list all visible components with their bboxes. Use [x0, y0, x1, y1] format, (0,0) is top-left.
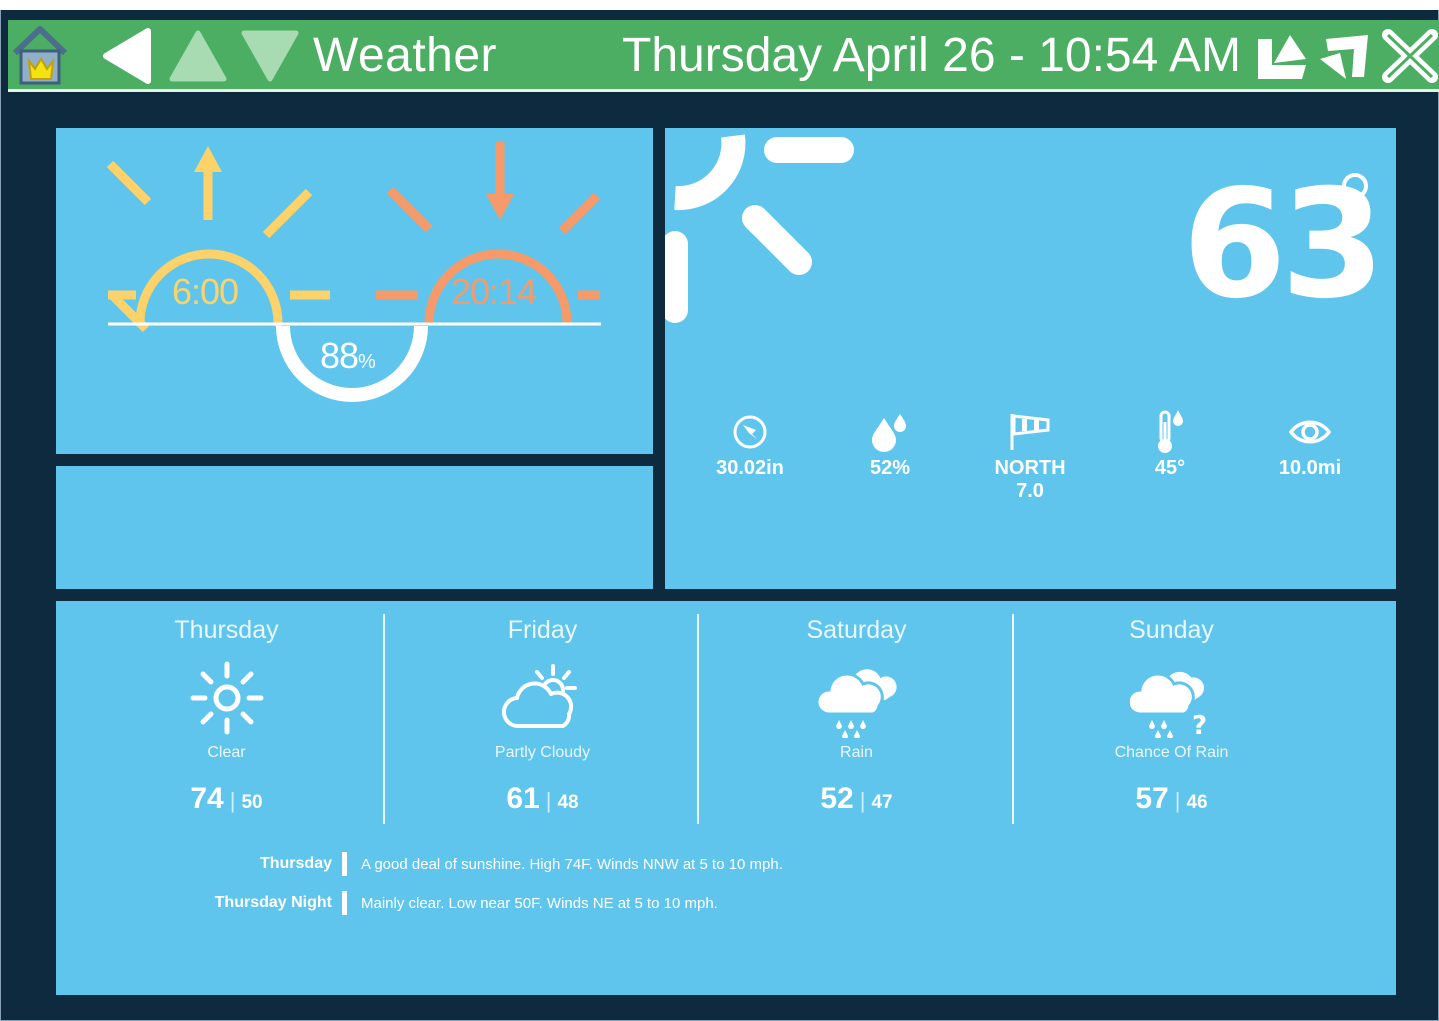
stat-wind: NORTH 7.0	[960, 407, 1100, 503]
chance-rain-icon: ?	[1129, 668, 1207, 738]
day-temps: 52 | 47	[820, 782, 893, 815]
forecast-day-thursday: Thursday Clear 74 | 50	[69, 600, 384, 825]
degree-symbol	[1342, 173, 1368, 199]
day-name: Saturday	[806, 616, 907, 644]
sunrise-time: 6:00	[172, 271, 239, 312]
narrative-bar	[342, 852, 347, 876]
pressure-value: 30.02in	[716, 457, 784, 479]
info-panel	[56, 466, 653, 589]
stat-visibility: 10.0mi	[1240, 407, 1380, 480]
partly-cloudy-icon	[501, 664, 577, 729]
arrow-left-icon	[103, 28, 151, 84]
wind-speed: 7.0	[1016, 480, 1044, 502]
close-button[interactable]	[1380, 26, 1439, 86]
eye-icon	[1288, 420, 1332, 444]
narrative-text: Mainly clear. Low near 50F. Winds NE at …	[361, 894, 718, 912]
day-name: Sunday	[1129, 616, 1214, 644]
day-high: 52	[820, 782, 854, 815]
forecast-day-saturday: Saturday Rain 52 | 47	[699, 600, 1014, 825]
compass-icon	[733, 415, 767, 449]
rain-icon	[815, 666, 899, 738]
arrow-down-icon	[241, 30, 299, 82]
forecast-day-friday: Friday Partly Cloudy 61 | 48	[385, 600, 700, 825]
close-icon	[1382, 29, 1438, 83]
maximize-button[interactable]	[1314, 26, 1374, 86]
narrative-label: Thursday Night	[214, 894, 332, 911]
back-button[interactable]	[96, 26, 156, 86]
day-name: Thursday	[174, 616, 279, 644]
day-high: 61	[506, 782, 540, 815]
day-name: Friday	[507, 616, 578, 644]
minimize-arrow-icon	[1258, 35, 1306, 79]
scroll-up-button[interactable]	[168, 26, 228, 86]
day-condition: Chance Of Rain	[1114, 744, 1229, 761]
header-datetime: Thursday April 26 - 10:54 AM	[622, 29, 1241, 82]
visibility-value: 10.0mi	[1278, 457, 1342, 479]
day-high: 57	[1135, 782, 1169, 815]
sunset-time: 20:14	[451, 271, 537, 312]
arrow-up-icon	[169, 30, 227, 82]
stat-dewpoint: 45°	[1100, 407, 1240, 480]
home-icon	[12, 26, 68, 85]
sun-icon	[190, 661, 263, 735]
day-low: 50	[241, 792, 263, 813]
narrative-row-day: Thursday A good deal of sunshine. High 7…	[56, 851, 783, 877]
day-condition: Rain	[840, 744, 873, 761]
stat-pressure: 30.02in	[680, 407, 820, 480]
day-temps: 74 | 50	[190, 782, 263, 815]
day-low: 46	[1186, 792, 1208, 813]
narrative-label: Thursday	[259, 855, 332, 872]
scroll-down-button[interactable]	[240, 26, 300, 86]
day-condition: Clear	[207, 744, 246, 761]
thermometer-dew-icon	[1158, 410, 1183, 453]
stat-humidity: 52%	[820, 407, 960, 480]
daylight-percent: 88%	[320, 335, 376, 377]
day-low: 47	[871, 792, 893, 813]
day-temps: 61 | 48	[506, 782, 579, 815]
maximize-arrow-icon	[1320, 35, 1368, 79]
app-title: Weather	[313, 29, 498, 82]
narrative-bar	[342, 891, 347, 915]
window-top-edge	[0, 0, 1439, 10]
day-low: 48	[557, 792, 579, 813]
wind-direction: NORTH	[994, 457, 1066, 479]
day-high: 74	[190, 782, 224, 815]
dewpoint-value: 45°	[1154, 457, 1186, 479]
daylight-unit: %	[358, 351, 376, 373]
humidity-value: 52%	[869, 457, 911, 479]
header-bar: Weather Thursday April 26 - 10:54 AM	[8, 20, 1439, 92]
sun-panel: 6:00 20:14	[56, 128, 653, 454]
windsock-icon	[1010, 414, 1050, 450]
svg-text:?: ?	[1192, 711, 1207, 738]
narrative-row-night: Thursday Night Mainly clear. Low near 50…	[56, 890, 718, 916]
forecast-day-sunday: Sunday ? Chance Of Rain 57 | 46	[1014, 600, 1329, 825]
day-condition: Partly Cloudy	[494, 744, 591, 761]
minimize-button[interactable]	[1250, 26, 1310, 86]
home-button[interactable]	[10, 26, 70, 86]
daylight-value: 88	[320, 335, 359, 376]
narrative-text: A good deal of sunshine. High 74F. Winds…	[361, 855, 783, 873]
sun-icon	[665, 134, 854, 323]
day-temps: 57 | 46	[1135, 782, 1208, 815]
sunrise-sunset-graphic	[106, 142, 601, 402]
drops-icon	[872, 414, 906, 452]
